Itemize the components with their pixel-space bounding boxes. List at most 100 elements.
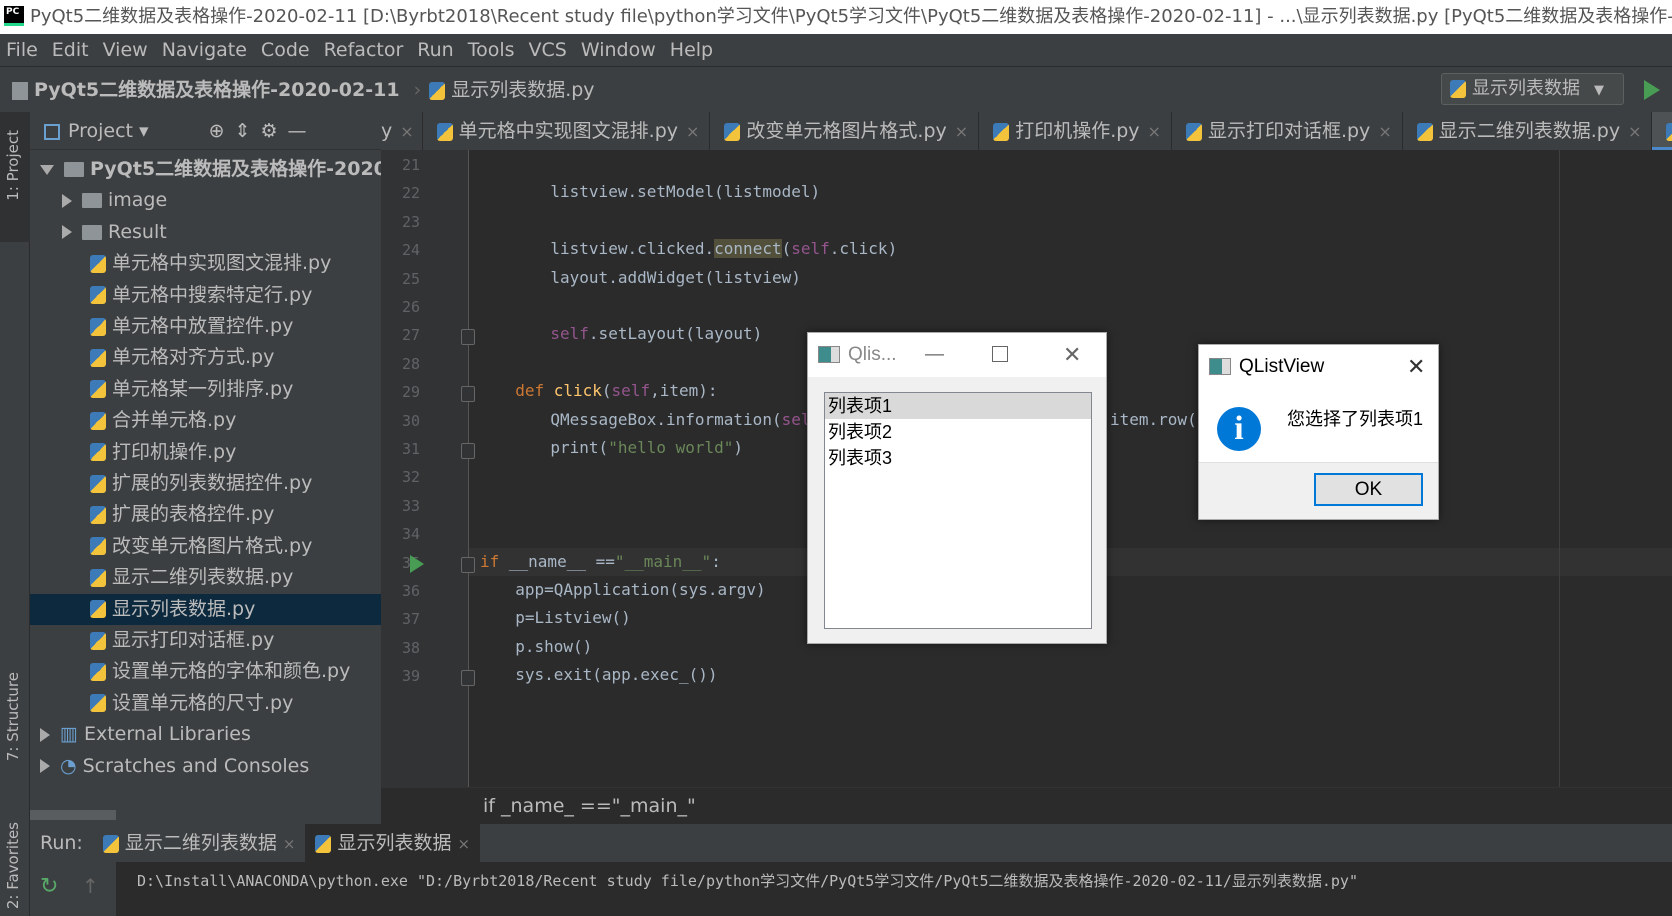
tree-file[interactable]: 改变单元格图片格式.py	[30, 531, 381, 562]
code-line[interactable]: listview.clicked.connect(self.click)	[550, 239, 897, 259]
breadcrumb-text[interactable]: if _name_ =="_main_"	[483, 795, 696, 817]
code-line[interactable]: sys.exit(app.exec_())	[515, 665, 717, 684]
close-icon[interactable]: ×	[400, 122, 413, 141]
tree-file[interactable]: 设置单元格的字体和颜色.py	[30, 656, 381, 687]
code-line[interactable]: layout.addWidget(listview)	[550, 268, 800, 287]
code-line[interactable]: self.setLayout(layout)	[550, 324, 762, 343]
fold-marker-icon[interactable]	[461, 443, 475, 459]
tree-file[interactable]: 设置单元格的尺寸.py	[30, 688, 381, 719]
structure-tool-tab[interactable]: 7: Structure	[4, 672, 22, 761]
list-item[interactable]: 列表项1	[825, 393, 1091, 419]
code-line[interactable]: print("hello world")	[550, 438, 743, 457]
locate-icon[interactable]: ⊕	[209, 112, 225, 149]
qlistview-window-titlebar[interactable]: Qlis... — ✕	[808, 333, 1106, 377]
list-view[interactable]: 列表项1 列表项2 列表项3	[824, 392, 1092, 629]
code-line[interactable]: listview.setModel(listmodel)	[550, 182, 820, 201]
run-configuration-select[interactable]: 显示列表数据 ▼	[1441, 73, 1624, 105]
expand-icon[interactable]	[62, 225, 72, 240]
code-line[interactable]: if __name__ =="__main__":	[480, 552, 721, 571]
tree-folder[interactable]: Result	[30, 217, 381, 248]
code-line[interactable]: app=QApplication(sys.argv)	[515, 580, 765, 599]
fold-marker-icon[interactable]	[461, 670, 475, 687]
list-item[interactable]: 列表项2	[825, 419, 1091, 445]
tree-file[interactable]: 单元格对齐方式.py	[30, 342, 381, 373]
tree-file[interactable]: 合并单元格.py	[30, 405, 381, 436]
menu-code[interactable]: Code	[255, 34, 318, 66]
favorites-tool-tab[interactable]: 2: Favorites	[4, 822, 22, 909]
editor-tab-active[interactable]	[1652, 112, 1672, 150]
editor-tab[interactable]: y ×	[381, 112, 423, 150]
menu-refactor[interactable]: Refactor	[318, 34, 412, 66]
menu-help[interactable]: Help	[664, 34, 721, 66]
close-icon[interactable]: ×	[686, 122, 699, 141]
run-tab[interactable]: 显示二维列表数据 ×	[93, 824, 306, 862]
minimize-button[interactable]: —	[925, 333, 944, 377]
editor-tab[interactable]: 单元格中实现图文混排.py ×	[423, 112, 711, 150]
up-arrow-icon[interactable]: ↑	[82, 874, 99, 898]
menu-window[interactable]: Window	[575, 34, 664, 66]
menu-vcs[interactable]: VCS	[523, 34, 575, 66]
fold-marker-icon[interactable]	[461, 556, 475, 573]
nav-file[interactable]: 显示列表数据.py	[451, 79, 594, 101]
close-button[interactable]: ✕	[1063, 333, 1081, 377]
hide-icon[interactable]: —	[287, 112, 306, 149]
close-icon[interactable]: ×	[1628, 122, 1641, 141]
tree-file[interactable]: 显示打印对话框.py	[30, 625, 381, 656]
tree-file[interactable]: 单元格中放置控件.py	[30, 311, 381, 342]
editor-tab[interactable]: 显示打印对话框.py ×	[1172, 112, 1403, 150]
horizontal-scrollbar[interactable]	[30, 810, 116, 820]
run-icon[interactable]	[1644, 80, 1660, 100]
code-line[interactable]: p=Listview()	[515, 608, 631, 627]
code-line[interactable]: def click(self,item):	[515, 381, 717, 400]
nav-project[interactable]: PyQt5二维数据及表格操作-2020-02-11	[34, 79, 400, 101]
code-breadcrumb[interactable]: if _name_ =="_main_"	[381, 787, 1672, 824]
menu-navigate[interactable]: Navigate	[156, 34, 255, 66]
tree-root[interactable]: PyQt5二维数据及表格操作-2020-02-11	[30, 154, 381, 185]
expand-icon[interactable]	[40, 164, 54, 175]
editor-tab[interactable]: 显示二维列表数据.py ×	[1403, 112, 1653, 150]
code-line[interactable]: p.show()	[515, 637, 592, 656]
run-tab-active[interactable]: 显示列表数据 ×	[305, 824, 481, 862]
fold-marker-icon[interactable]	[461, 329, 475, 346]
menu-run[interactable]: Run	[411, 34, 461, 66]
tree-file[interactable]: 单元格某一列排序.py	[30, 374, 381, 405]
close-icon[interactable]: ×	[1148, 122, 1161, 141]
menu-file[interactable]: File	[0, 34, 46, 66]
tree-file[interactable]: 单元格中实现图文混排.py	[30, 248, 381, 279]
close-button[interactable]: ✕	[1407, 345, 1425, 389]
tree-file[interactable]: 显示列表数据.py	[30, 593, 381, 625]
rerun-icon[interactable]: ↻	[40, 874, 58, 899]
menu-edit[interactable]: Edit	[46, 34, 97, 66]
tree-file[interactable]: 扩展的列表数据控件.py	[30, 468, 381, 499]
maximize-button[interactable]	[992, 346, 1008, 362]
collapse-all-icon[interactable]: ⇕	[235, 112, 251, 149]
expand-icon[interactable]	[40, 727, 50, 742]
list-item[interactable]: 列表项3	[825, 445, 1091, 471]
close-icon[interactable]: ×	[1378, 122, 1391, 141]
tree-file[interactable]: 显示二维列表数据.py	[30, 562, 381, 593]
expand-icon[interactable]	[62, 193, 72, 208]
tree-file[interactable]: 扩展的表格控件.py	[30, 499, 381, 530]
menu-view[interactable]: View	[97, 34, 156, 66]
code-line[interactable]: QMessageBox.information(self,	[550, 410, 829, 429]
ok-button[interactable]: OK	[1314, 473, 1423, 506]
close-icon[interactable]: ×	[283, 835, 296, 853]
tree-scratches[interactable]: ◔ Scratches and Consoles	[30, 751, 381, 782]
code-fragment[interactable]: item.row()	[1110, 410, 1206, 429]
message-box-titlebar[interactable]: QListView ✕	[1199, 345, 1438, 389]
project-tool-tab[interactable]: 1: Project	[4, 130, 22, 201]
tree-folder[interactable]: image	[30, 185, 381, 216]
tree-file[interactable]: 打印机操作.py	[30, 437, 381, 468]
run-gutter-icon[interactable]	[410, 555, 424, 573]
close-icon[interactable]: ×	[458, 835, 471, 853]
expand-icon[interactable]	[40, 759, 50, 774]
fold-marker-icon[interactable]	[461, 386, 475, 403]
project-view-select[interactable]: Project ▾	[44, 112, 149, 149]
editor-tab[interactable]: 改变单元格图片格式.py ×	[710, 112, 980, 150]
tree-file[interactable]: 单元格中搜索特定行.py	[30, 280, 381, 311]
tree-external-libraries[interactable]: ▥ External Libraries	[30, 719, 381, 750]
editor-tab[interactable]: 打印机操作.py ×	[979, 112, 1172, 150]
close-icon[interactable]: ×	[955, 122, 968, 141]
menu-tools[interactable]: Tools	[462, 34, 523, 66]
gear-icon[interactable]: ⚙	[260, 112, 277, 149]
